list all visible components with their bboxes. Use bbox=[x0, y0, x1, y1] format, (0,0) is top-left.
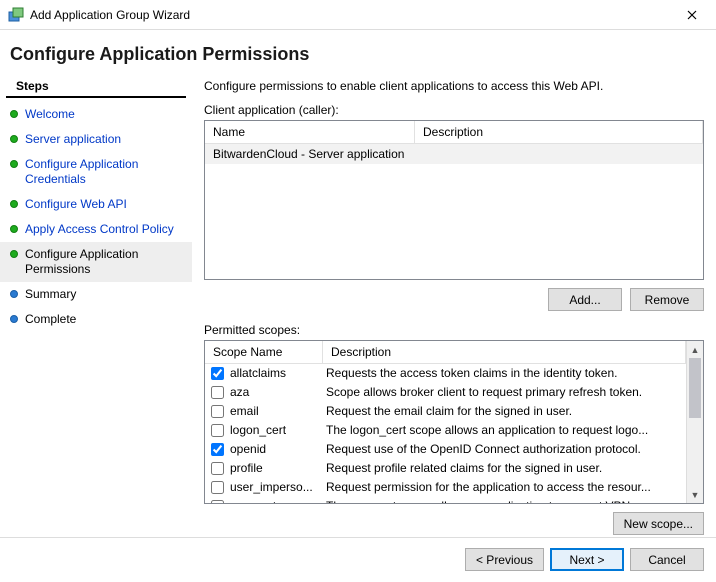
scope-checkbox[interactable] bbox=[211, 500, 224, 503]
scope-row-user-imperso-[interactable]: user_imperso...Request permission for th… bbox=[205, 478, 686, 497]
scope-row-logon-cert[interactable]: logon_certThe logon_cert scope allows an… bbox=[205, 421, 686, 440]
scope-checkbox[interactable] bbox=[211, 367, 224, 380]
previous-button[interactable]: < Previous bbox=[465, 548, 544, 571]
scope-name: user_imperso... bbox=[230, 479, 326, 496]
scope-checkbox[interactable] bbox=[211, 462, 224, 475]
col-name-header[interactable]: Name bbox=[205, 121, 415, 143]
close-button[interactable] bbox=[672, 1, 712, 29]
step-summary[interactable]: Summary bbox=[0, 282, 192, 307]
scroll-down-arrow[interactable]: ▼ bbox=[687, 486, 703, 503]
main-panel: Configure permissions to enable client a… bbox=[192, 75, 716, 582]
page-header: Configure Application Permissions bbox=[0, 30, 716, 75]
step-complete[interactable]: Complete bbox=[0, 307, 192, 332]
scope-row-aza[interactable]: azaScope allows broker client to request… bbox=[205, 383, 686, 402]
scope-name: logon_cert bbox=[230, 422, 326, 439]
scroll-up-arrow[interactable]: ▲ bbox=[687, 341, 703, 358]
step-label[interactable]: Apply Access Control Policy bbox=[25, 222, 174, 237]
col-desc-header[interactable]: Description bbox=[415, 121, 703, 143]
scope-checkbox[interactable] bbox=[211, 405, 224, 418]
scope-desc-header[interactable]: Description bbox=[323, 341, 686, 363]
scope-description: The vpn_cert scope allows an application… bbox=[326, 498, 686, 503]
client-application-list[interactable]: Name Description BitwardenCloud - Server… bbox=[204, 120, 704, 280]
step-bullet-icon bbox=[10, 110, 18, 118]
new-scope-button[interactable]: New scope... bbox=[613, 512, 704, 535]
step-label[interactable]: Welcome bbox=[25, 107, 75, 122]
instruction-text: Configure permissions to enable client a… bbox=[204, 79, 704, 93]
scope-description: Requests the access token claims in the … bbox=[326, 365, 686, 382]
step-bullet-icon bbox=[10, 200, 18, 208]
scopes-header: Scope Name Description bbox=[205, 341, 686, 364]
step-server-application[interactable]: Server application bbox=[0, 127, 192, 152]
next-button[interactable]: Next > bbox=[550, 548, 624, 571]
add-button[interactable]: Add... bbox=[548, 288, 622, 311]
client-application-label: Client application (caller): bbox=[204, 103, 704, 117]
scope-description: Request permission for the application t… bbox=[326, 479, 686, 496]
window-title: Add Application Group Wizard bbox=[30, 8, 672, 22]
scope-name: profile bbox=[230, 460, 326, 477]
step-configure-web-api[interactable]: Configure Web API bbox=[0, 192, 192, 217]
step-bullet-icon bbox=[10, 290, 18, 298]
step-label: Summary bbox=[25, 287, 76, 302]
scope-row-vpn-cert[interactable]: vpn_certThe vpn_cert scope allows an app… bbox=[205, 497, 686, 503]
scroll-thumb[interactable] bbox=[689, 358, 701, 418]
wizard-footer: < Previous Next > Cancel bbox=[0, 537, 716, 581]
scope-description: Request use of the OpenID Connect author… bbox=[326, 441, 686, 458]
scope-description: Scope allows broker client to request pr… bbox=[326, 384, 686, 401]
step-bullet-icon bbox=[10, 160, 18, 168]
step-welcome[interactable]: Welcome bbox=[0, 102, 192, 127]
steps-heading: Steps bbox=[6, 75, 186, 98]
client-name: BitwardenCloud - Server application bbox=[205, 144, 415, 164]
scope-description: Request the email claim for the signed i… bbox=[326, 403, 686, 420]
scope-checkbox[interactable] bbox=[211, 443, 224, 456]
scope-row-email[interactable]: emailRequest the email claim for the sig… bbox=[205, 402, 686, 421]
step-configure-application-credentials[interactable]: Configure Application Credentials bbox=[0, 152, 192, 192]
step-configure-application-permissions: Configure Application Permissions bbox=[0, 242, 192, 282]
scope-row-profile[interactable]: profileRequest profile related claims fo… bbox=[205, 459, 686, 478]
app-icon bbox=[8, 7, 24, 23]
scope-checkbox[interactable] bbox=[211, 386, 224, 399]
step-bullet-icon bbox=[10, 315, 18, 323]
step-label[interactable]: Configure Application Credentials bbox=[25, 157, 184, 187]
scope-name: vpn_cert bbox=[230, 498, 326, 503]
scope-description: Request profile related claims for the s… bbox=[326, 460, 686, 477]
step-label[interactable]: Server application bbox=[25, 132, 121, 147]
scope-name: aza bbox=[230, 384, 326, 401]
scope-checkbox[interactable] bbox=[211, 424, 224, 437]
steps-sidebar: Steps Welcome Server application Configure… bbox=[0, 75, 192, 582]
scope-description: The logon_cert scope allows an applicati… bbox=[326, 422, 686, 439]
scope-name: email bbox=[230, 403, 326, 420]
step-label[interactable]: Configure Web API bbox=[25, 197, 127, 212]
client-row[interactable]: BitwardenCloud - Server application bbox=[205, 144, 703, 164]
permitted-scopes-label: Permitted scopes: bbox=[204, 323, 704, 337]
step-bullet-icon bbox=[10, 250, 18, 258]
scope-name: allatclaims bbox=[230, 365, 326, 382]
client-desc bbox=[415, 144, 703, 164]
step-label: Configure Application Permissions bbox=[25, 247, 184, 277]
remove-button[interactable]: Remove bbox=[630, 288, 704, 311]
client-list-header: Name Description bbox=[205, 121, 703, 144]
cancel-button[interactable]: Cancel bbox=[630, 548, 704, 571]
scope-name: openid bbox=[230, 441, 326, 458]
scopes-scrollbar[interactable]: ▲ ▼ bbox=[686, 341, 703, 503]
step-bullet-icon bbox=[10, 135, 18, 143]
titlebar: Add Application Group Wizard bbox=[0, 0, 716, 30]
scope-row-allatclaims[interactable]: allatclaimsRequests the access token cla… bbox=[205, 364, 686, 383]
scope-checkbox[interactable] bbox=[211, 481, 224, 494]
scope-row-openid[interactable]: openidRequest use of the OpenID Connect … bbox=[205, 440, 686, 459]
permitted-scopes-list[interactable]: Scope Name Description allatclaimsReques… bbox=[204, 340, 704, 504]
step-apply-access-control-policy[interactable]: Apply Access Control Policy bbox=[0, 217, 192, 242]
step-label: Complete bbox=[25, 312, 76, 327]
page-title: Configure Application Permissions bbox=[10, 44, 706, 65]
scope-name-header[interactable]: Scope Name bbox=[205, 341, 323, 363]
step-bullet-icon bbox=[10, 225, 18, 233]
